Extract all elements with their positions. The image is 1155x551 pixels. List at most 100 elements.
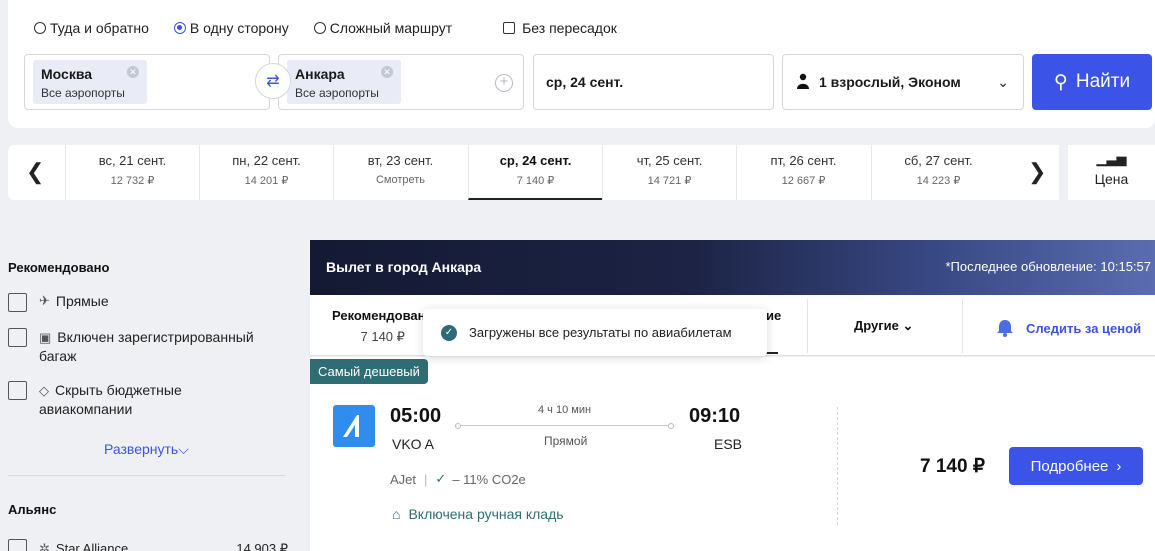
route-line	[457, 425, 673, 426]
sort-tab-price: 7 140 ₽	[360, 329, 405, 344]
sort-tab-partial[interactable]: ие	[766, 308, 781, 323]
date-price: 12 667 ₽	[781, 175, 826, 187]
sidebar-divider	[8, 475, 285, 476]
search-icon: ⚲	[1053, 71, 1068, 93]
date-option[interactable]: чт, 25 сент. 14 721 ₽	[602, 145, 736, 200]
swap-icon[interactable]: ⇄	[255, 63, 291, 99]
filter-label: Прямые	[55, 293, 109, 309]
chevron-right-icon[interactable]: ❯	[1028, 159, 1046, 185]
to-city-chip[interactable]: Анкара Все аэропорты ✕	[287, 60, 401, 104]
date-option[interactable]: вт, 23 сент. Смотреть	[333, 145, 467, 200]
sort-tab-others[interactable]: Другие ⌄	[854, 318, 913, 334]
date-label: пт, 26 сент.	[770, 153, 837, 168]
radio-round-trip[interactable]: Туда и обратно	[34, 20, 149, 36]
date-price: 14 721 ₽	[647, 175, 692, 187]
results-loaded-toast: ✓ Загружены все результаты по авиабилета…	[423, 309, 767, 356]
expand-link[interactable]: Развернуть⌵	[104, 441, 189, 458]
chevron-right-icon: ›	[1116, 457, 1122, 475]
date-label: вс, 21 сент.	[98, 153, 167, 168]
airline-logo	[333, 405, 375, 447]
checkbox-box	[503, 22, 516, 34]
radio-multi-city[interactable]: Сложный маршрут	[313, 20, 452, 36]
ticket-card[interactable]: Самый дешевый 05:00 VKO A 4 ч 10 мин Пря…	[310, 357, 1155, 551]
cheapest-badge: Самый дешевый	[310, 359, 428, 384]
to-city-sub: Все аэропорты	[295, 86, 379, 100]
chevron-down-icon: ⌵	[178, 441, 189, 457]
details-button[interactable]: Подробнее ›	[1009, 447, 1143, 485]
date-value: ср, 24 сент.	[546, 74, 624, 90]
date-label: пн, 22 сент.	[232, 153, 301, 168]
ajet-logo-icon	[343, 415, 359, 437]
departure-time: 05:00	[390, 405, 442, 427]
filter-label-wrap: ◇ Скрыть бюджетные авиакомпании	[39, 381, 238, 418]
ticket-price: 7 140 ₽	[920, 456, 985, 477]
checkmark-icon: ✓	[435, 471, 447, 486]
to-field[interactable]: Анкара Все аэропорты ✕ +	[278, 54, 524, 110]
price-chart-toggle[interactable]: ▁▃▅ Цена	[1068, 145, 1155, 200]
search-button[interactable]: ⚲ Найти	[1032, 54, 1152, 110]
checkbox-label: Без пересадок	[522, 20, 617, 36]
airline-name: AJet	[390, 471, 417, 487]
date-option[interactable]: вс, 21 сент. 12 732 ₽	[65, 145, 199, 200]
sort-tab-label: Рекомендовано	[332, 308, 434, 323]
date-price: 12 732 ₽	[110, 175, 155, 187]
from-field[interactable]: Москва Все аэропорты ✕	[24, 54, 270, 110]
filter-checked-baggage[interactable]: ▣ Включен зарегистрированный багаж	[8, 328, 278, 365]
price-chart-label: Цена	[1094, 171, 1129, 187]
bar-chart-icon: ▁▃▅	[1096, 151, 1127, 166]
luggage-icon: ▣	[39, 330, 52, 345]
departure-airport: VKO A	[392, 436, 435, 452]
radio-dot-selected	[173, 22, 186, 34]
add-destination-icon[interactable]: +	[495, 74, 513, 92]
date-price: 14 223 ₽	[916, 175, 961, 187]
watch-price-button[interactable]: Следить за ценой	[994, 317, 1141, 339]
watch-label: Следить за ценой	[1026, 320, 1142, 336]
radio-label: В одну сторону	[189, 20, 289, 36]
passengers-field[interactable]: 1 взрослый, Эконом ⌄	[782, 54, 1024, 110]
route-dot	[455, 423, 461, 429]
date-price: 14 201 ₽	[244, 175, 289, 187]
arrival-airport: ESB	[714, 436, 743, 452]
sort-divider	[807, 299, 808, 353]
alliance-heading: Альянс	[8, 502, 57, 517]
sort-divider	[962, 299, 963, 353]
passengers-value: 1 взрослый, Эконом	[819, 74, 961, 90]
filter-label-wrap: ▣ Включен зарегистрированный багаж	[39, 328, 278, 365]
date-option[interactable]: сб, 27 сент. 14 223 ₽	[871, 145, 1005, 200]
alliance-price: 14 903 ₽	[236, 540, 288, 551]
radio-dot	[34, 22, 46, 34]
sort-tab-recommended[interactable]: Рекомендовано 7 140 ₽	[332, 308, 433, 345]
chevron-left-icon[interactable]: ❮	[26, 159, 44, 185]
filter-direct[interactable]: ✈ Прямые	[8, 293, 109, 312]
date-option[interactable]: пт, 26 сент. 12 667 ₽	[736, 145, 870, 200]
date-option[interactable]: пн, 22 сент. 14 201 ₽	[199, 145, 333, 200]
date-label: чт, 25 сент.	[636, 153, 703, 168]
hand-luggage-icon: ⌂	[392, 506, 401, 522]
filter-label: Скрыть бюджетные авиакомпании	[39, 382, 182, 417]
route-dot	[668, 423, 674, 429]
trip-type-row: Туда и обратно В одну сторону Сложный ма…	[34, 20, 617, 36]
ticket-divider	[837, 407, 838, 525]
clear-from-icon[interactable]: ✕	[127, 66, 139, 78]
chevron-down-icon: ⌄	[997, 74, 1009, 90]
alliance-label: Star Alliance	[55, 541, 129, 551]
recommended-heading: Рекомендовано	[8, 260, 110, 275]
results-title: Вылет в город Анкара	[326, 259, 482, 275]
star-alliance-icon: ✲	[39, 540, 50, 551]
from-city-chip[interactable]: Москва Все аэропорты ✕	[33, 60, 147, 104]
nonstop-checkbox[interactable]: Без пересадок	[503, 20, 617, 36]
date-field[interactable]: ср, 24 сент.	[533, 54, 774, 110]
checkbox-box	[8, 381, 27, 400]
date-option-selected[interactable]: ср, 24 сент. 7 140 ₽	[468, 145, 602, 200]
clear-to-icon[interactable]: ✕	[381, 66, 393, 78]
person-icon	[797, 73, 809, 89]
baggage-row: ⌂ Включена ручная кладь	[392, 506, 564, 522]
last-update: *Последнее обновление: 10:15:57	[945, 259, 1151, 274]
sort-tab-underline	[766, 352, 778, 354]
filter-hide-budget[interactable]: ◇ Скрыть бюджетные авиакомпании	[8, 381, 238, 418]
radio-one-way[interactable]: В одну сторону	[173, 20, 289, 36]
filter-alliance[interactable]: ✲ Star Alliance 14 903 ₽	[8, 539, 288, 551]
flight-duration: 4 ч 10 мин	[538, 404, 592, 416]
from-city-sub: Все аэропорты	[41, 86, 125, 100]
bell-icon	[997, 320, 1013, 337]
